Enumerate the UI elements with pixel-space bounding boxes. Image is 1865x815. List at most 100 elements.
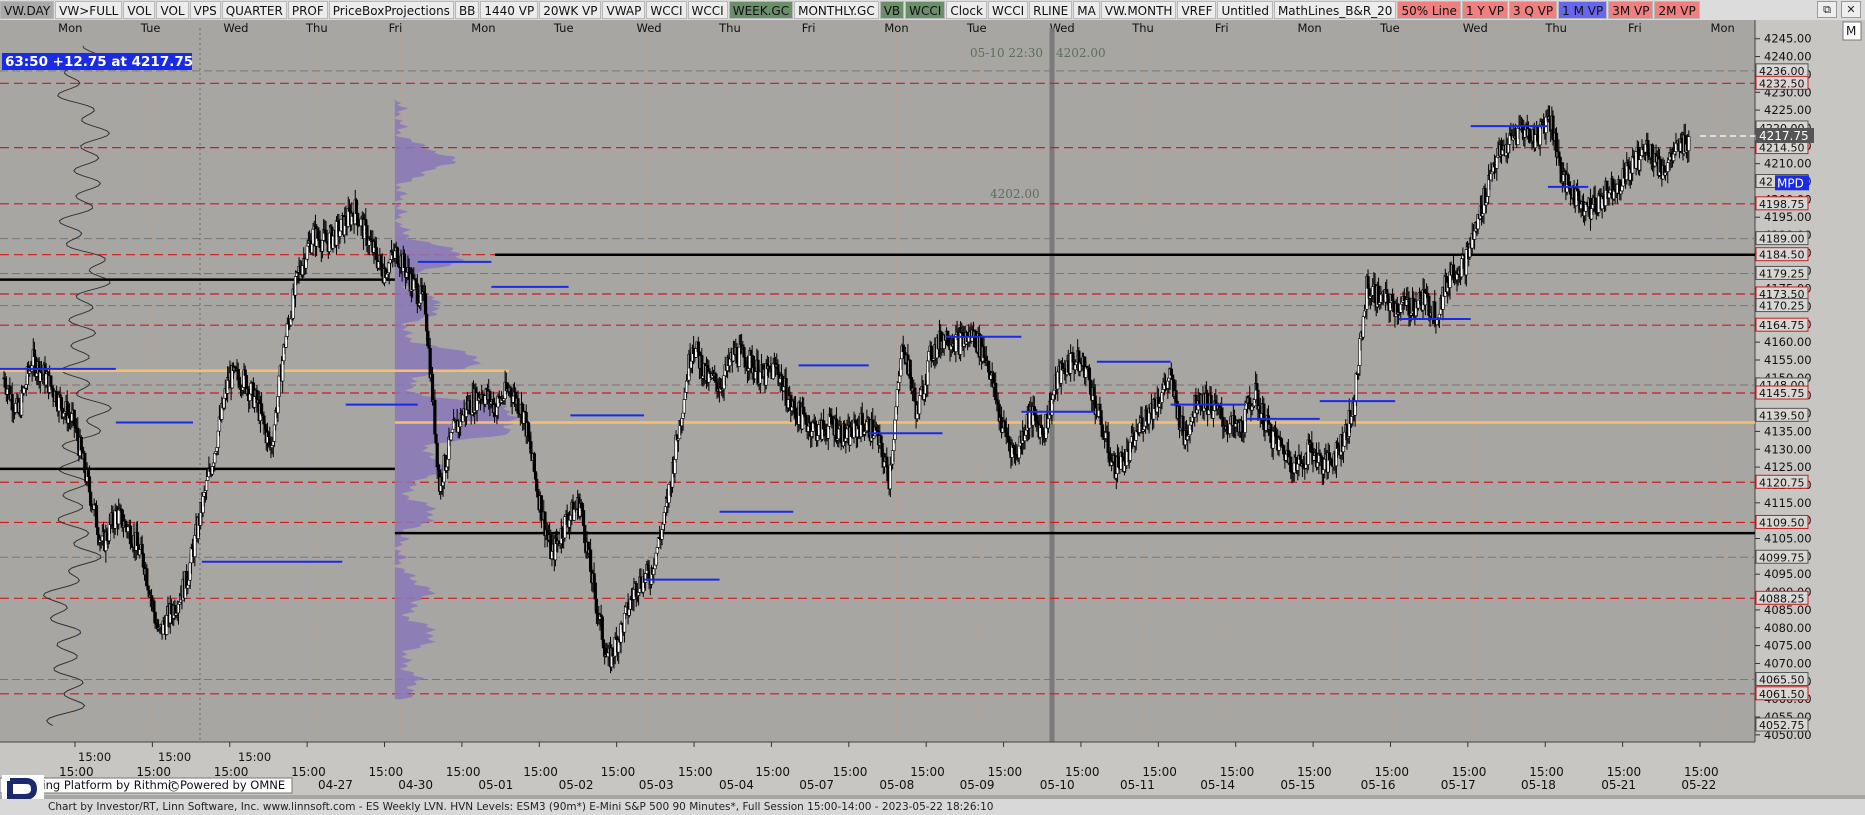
toolbar-button-21[interactable]: MA bbox=[1073, 1, 1100, 19]
top-day-label: Fri bbox=[389, 21, 403, 35]
candle-body bbox=[338, 230, 342, 237]
toolbar-button-25[interactable]: MathLines_B&R_20 bbox=[1273, 1, 1397, 19]
y-tick-label: 4155.00 bbox=[1764, 353, 1812, 367]
top-day-label: Mon bbox=[471, 21, 495, 35]
candle-body bbox=[204, 480, 209, 491]
toolbar-button-2[interactable]: VOL bbox=[123, 1, 156, 19]
x-time-label: 15:00 bbox=[1374, 765, 1409, 779]
x-date-label: 05-02 bbox=[559, 778, 594, 792]
y-tick-label: 4115.00 bbox=[1764, 496, 1812, 510]
price-label: 4189.00 bbox=[1759, 233, 1805, 246]
lower-time-label: 15:00 bbox=[238, 750, 271, 764]
x-date-label: 05-03 bbox=[639, 778, 674, 792]
price-label: 42 bbox=[1759, 176, 1773, 189]
toolbar-button-20[interactable]: RLINE bbox=[1029, 1, 1073, 19]
toolbar-button-22[interactable]: VW.MONTH bbox=[1100, 1, 1177, 19]
lower-time-label: 15:00 bbox=[78, 750, 111, 764]
toolbar-button-12[interactable]: WCCI bbox=[646, 1, 687, 19]
candle-body bbox=[893, 419, 897, 440]
toolbar-button-31[interactable]: 2M VP bbox=[1654, 1, 1700, 19]
y-tick-label: 4125.00 bbox=[1764, 460, 1812, 474]
toolbar-button-17[interactable]: WCCI bbox=[905, 1, 946, 19]
candle-body bbox=[1687, 136, 1691, 152]
chart-background bbox=[0, 20, 1865, 795]
toolbar-button-8[interactable]: BB bbox=[454, 1, 480, 19]
y-tick-label: 4070.00 bbox=[1764, 656, 1812, 670]
x-date-label: 05-14 bbox=[1200, 778, 1235, 792]
candle-body bbox=[450, 428, 455, 433]
toolbar-button-11[interactable]: VWAP bbox=[602, 1, 646, 19]
price-label: 4170.25 bbox=[1759, 300, 1805, 313]
top-day-label: Tue bbox=[553, 21, 574, 35]
candle-body bbox=[259, 403, 264, 415]
toolbar-button-23[interactable]: VREF bbox=[1177, 1, 1217, 19]
x-time-label: 15:00 bbox=[59, 765, 94, 779]
toolbar-button-14[interactable]: WEEK.GC bbox=[728, 1, 794, 19]
price-chart[interactable]: Mon Tue Wed Thu Fri Mon Tue Wed Thu Fri Mon Tue Wed T… bbox=[0, 20, 1865, 795]
toolbar-button-24[interactable]: Untitled bbox=[1217, 1, 1273, 19]
toolbar-button-13[interactable]: WCCI bbox=[687, 1, 728, 19]
info-badge-text: 63:50 +12.75 at 4217.75 bbox=[5, 54, 193, 70]
candle-body bbox=[354, 199, 359, 214]
price-label: 4214.50 bbox=[1759, 142, 1805, 155]
price-label: 4184.50 bbox=[1759, 249, 1805, 262]
toolbar-button-29[interactable]: 1 M VP bbox=[1558, 1, 1608, 19]
candle-body bbox=[581, 510, 586, 526]
top-day-label: Fri bbox=[802, 21, 816, 35]
x-date-label: 05-22 bbox=[1681, 778, 1716, 792]
candle-body bbox=[433, 399, 437, 435]
x-time-label: 15:00 bbox=[136, 765, 171, 779]
toolbar-button-16[interactable]: VB bbox=[879, 1, 905, 19]
y-tick-label: 4225.00 bbox=[1764, 103, 1812, 117]
toolbar-button-15[interactable]: MONTHLY.GC bbox=[794, 1, 879, 19]
price-label: 4120.75 bbox=[1759, 476, 1805, 489]
toolbar-button-6[interactable]: PROF bbox=[287, 1, 328, 19]
price-label: 4052.75 bbox=[1759, 719, 1805, 732]
omne-circle-icon: ◯ bbox=[168, 781, 179, 792]
x-date-label: 05-09 bbox=[960, 778, 995, 792]
restore-window-icon[interactable]: ⧉ bbox=[1817, 1, 1837, 18]
toolbar-button-7[interactable]: PriceBoxProjections bbox=[328, 1, 454, 19]
x-time-label: 15:00 bbox=[1142, 765, 1177, 779]
y-tick-label: 4095.00 bbox=[1764, 567, 1812, 581]
y-tick-label: 4195.00 bbox=[1764, 210, 1812, 224]
toolbar-button-26[interactable]: 50% Line bbox=[1397, 1, 1461, 19]
y-tick-label: 4105.00 bbox=[1764, 532, 1812, 546]
candle-body bbox=[87, 476, 92, 493]
top-day-label: Mon bbox=[884, 21, 908, 35]
candle-body bbox=[145, 568, 149, 586]
status-bar: Chart by Investor/RT, Linn Software, Inc… bbox=[0, 799, 1865, 815]
toolbar-button-0[interactable]: VW.DAY bbox=[0, 1, 55, 19]
candle-body bbox=[430, 373, 435, 403]
toolbar-button-9[interactable]: 1440 VP bbox=[480, 1, 539, 19]
toolbar-button-18[interactable]: Clock bbox=[946, 1, 987, 19]
x-date-label: 05-11 bbox=[1120, 778, 1155, 792]
toolbar-button-1[interactable]: VW>FULL bbox=[55, 1, 123, 19]
x-date-label: 04-30 bbox=[398, 778, 433, 792]
toolbar-button-3[interactable]: VOL bbox=[156, 1, 189, 19]
toolbar-button-27[interactable]: 1 Y VP bbox=[1461, 1, 1508, 19]
toolbar-button-19[interactable]: WCCI bbox=[987, 1, 1029, 19]
toolbar-button-30[interactable]: 3M VP bbox=[1608, 1, 1654, 19]
toolbar-button-4[interactable]: VPS bbox=[189, 1, 221, 19]
x-time-label: 15:00 bbox=[910, 765, 945, 779]
candle-body bbox=[1106, 431, 1110, 454]
y-tick-label: 4135.00 bbox=[1764, 424, 1812, 438]
toolbar-button-10[interactable]: 20WK VP bbox=[539, 1, 602, 19]
status-text: Chart by Investor/RT, Linn Software, Inc… bbox=[48, 801, 994, 813]
toolbar-button-28[interactable]: 3 Q VP bbox=[1508, 1, 1558, 19]
top-day-label: Fri bbox=[1215, 21, 1229, 35]
price-label: 4198.75 bbox=[1759, 198, 1805, 211]
candle-body bbox=[714, 373, 718, 383]
toolbar-button-5[interactable]: QUARTER bbox=[221, 1, 287, 19]
x-time-label: 15:00 bbox=[601, 765, 636, 779]
corner-label: M bbox=[1846, 24, 1856, 38]
candle-body bbox=[49, 375, 53, 387]
close-window-icon[interactable]: ✕ bbox=[1841, 1, 1861, 18]
x-date-label: 05-08 bbox=[879, 778, 914, 792]
price-label: 4088.25 bbox=[1759, 592, 1805, 605]
candle-body bbox=[682, 399, 686, 414]
price-label: 4109.50 bbox=[1759, 516, 1805, 529]
top-day-label: Thu bbox=[718, 21, 741, 35]
candle-body bbox=[994, 382, 998, 401]
